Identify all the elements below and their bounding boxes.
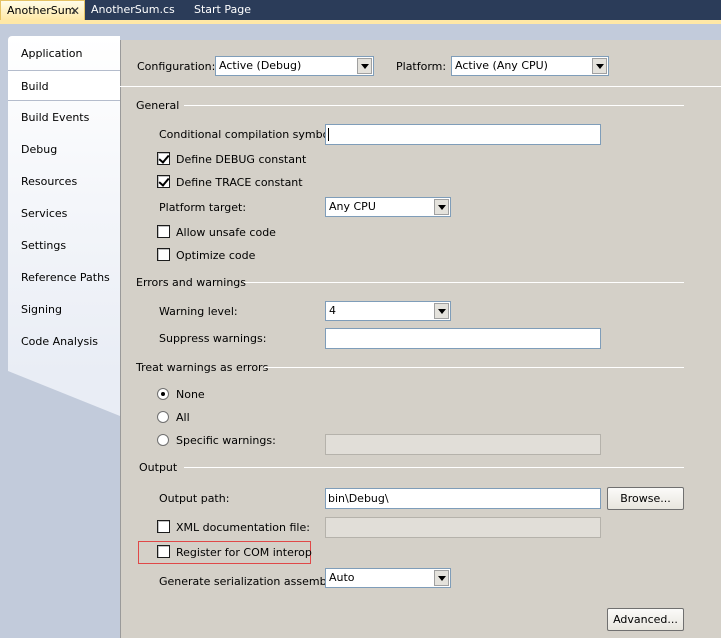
- configuration-label: Configuration:: [137, 60, 216, 73]
- output-path-input[interactable]: bin\Debug\: [325, 488, 601, 509]
- properties-sidebar: Application Build Build Events Debug Res…: [8, 36, 121, 638]
- sidebar-item-label: Reference Paths: [21, 271, 110, 284]
- output-section-header: Output: [139, 461, 178, 474]
- sidebar-item-label: Application: [21, 47, 83, 60]
- optimize-code-checkbox[interactable]: [157, 248, 170, 261]
- combo-value: Auto: [329, 571, 355, 584]
- tab-start-page[interactable]: Start Page: [188, 0, 278, 20]
- combo-value: Active (Any CPU): [455, 59, 548, 72]
- platform-label: Platform:: [396, 60, 447, 73]
- define-trace-checkbox[interactable]: [157, 175, 170, 188]
- serialization-label: Generate serialization assembly:: [159, 575, 340, 588]
- general-section-line: [184, 105, 684, 106]
- treat-none-label: None: [176, 388, 205, 401]
- chevron-down-icon[interactable]: [434, 199, 449, 215]
- general-section-header: General: [136, 99, 180, 112]
- chevron-down-icon[interactable]: [592, 58, 607, 74]
- chevron-down-icon[interactable]: [357, 58, 372, 74]
- output-path-label: Output path:: [159, 492, 230, 505]
- platform-combo[interactable]: Active (Any CPU): [451, 56, 609, 76]
- specific-warnings-input[interactable]: [325, 434, 601, 455]
- sidebar-item-signing[interactable]: Signing: [8, 294, 120, 325]
- input-value: bin\Debug\: [328, 492, 389, 505]
- tab-anothersum-cs[interactable]: AnotherSum.cs: [85, 0, 188, 20]
- com-interop-label: Register for COM interop: [176, 546, 312, 559]
- sidebar-item-build[interactable]: Build: [8, 70, 121, 101]
- define-debug-label: Define DEBUG constant: [176, 153, 307, 166]
- serialization-combo[interactable]: Auto: [325, 568, 451, 588]
- chevron-down-icon[interactable]: [434, 570, 449, 586]
- treat-specific-label: Specific warnings:: [176, 434, 276, 447]
- optimize-code-label: Optimize code: [176, 249, 256, 262]
- treat-all-radio[interactable]: [157, 411, 169, 423]
- errors-section-header: Errors and warnings: [136, 276, 247, 289]
- conditional-symbols-label: Conditional compilation symbols:: [159, 128, 342, 141]
- com-interop-checkbox[interactable]: [157, 545, 170, 558]
- tab-label: AnotherSum.cs: [91, 3, 175, 16]
- sidebar-item-build-events[interactable]: Build Events: [8, 102, 120, 133]
- define-debug-checkbox[interactable]: [157, 152, 170, 165]
- tab-label: AnotherSum: [7, 4, 76, 17]
- conditional-symbols-input[interactable]: [325, 124, 601, 145]
- platform-target-label: Platform target:: [159, 201, 247, 214]
- sidebar-item-resources[interactable]: Resources: [8, 166, 120, 197]
- suppress-warnings-input[interactable]: [325, 328, 601, 349]
- platform-target-combo[interactable]: Any CPU: [325, 197, 451, 217]
- errors-section-line: [244, 282, 684, 283]
- xml-documentation-label: XML documentation file:: [176, 521, 310, 534]
- tab-label: Start Page: [194, 3, 251, 16]
- advanced-button[interactable]: Advanced...: [607, 608, 684, 631]
- close-icon[interactable]: ✕: [70, 1, 80, 21]
- xml-documentation-input[interactable]: [325, 517, 601, 538]
- combo-value: Any CPU: [329, 200, 376, 213]
- treat-warnings-section-header: Treat warnings as errors: [136, 361, 269, 374]
- treat-warnings-section-line: [264, 367, 684, 368]
- tab-anothersum-project[interactable]: AnotherSum ✕: [0, 0, 85, 20]
- warning-level-combo[interactable]: 4: [325, 301, 451, 321]
- warning-level-label: Warning level:: [159, 305, 238, 318]
- sidebar-item-label: Signing: [21, 303, 63, 316]
- treat-specific-radio[interactable]: [157, 434, 169, 446]
- suppress-warnings-label: Suppress warnings:: [159, 332, 267, 345]
- sidebar-item-code-analysis[interactable]: Code Analysis: [8, 326, 120, 357]
- document-tab-strip: AnotherSum ✕ AnotherSum.cs Start Page: [0, 0, 721, 20]
- define-trace-label: Define TRACE constant: [176, 176, 303, 189]
- sidebar-item-label: Services: [21, 207, 68, 220]
- treat-all-label: All: [176, 411, 190, 424]
- sidebar-item-label: Build Events: [21, 111, 90, 124]
- output-section-line: [184, 467, 684, 468]
- sidebar-item-application[interactable]: Application: [8, 38, 120, 69]
- sidebar-item-services[interactable]: Services: [8, 198, 120, 229]
- sidebar-item-settings[interactable]: Settings: [8, 230, 120, 261]
- sidebar-tail: [8, 371, 120, 416]
- sidebar-item-debug[interactable]: Debug: [8, 134, 120, 165]
- browse-button[interactable]: Browse...: [607, 487, 684, 510]
- combo-value: 4: [329, 304, 336, 317]
- sidebar-item-label: Resources: [21, 175, 78, 188]
- chevron-down-icon[interactable]: [434, 303, 449, 319]
- sidebar-item-reference-paths[interactable]: Reference Paths: [8, 262, 120, 293]
- treat-none-radio[interactable]: [157, 388, 169, 400]
- sidebar-item-label: Settings: [21, 239, 67, 252]
- configuration-combo[interactable]: Active (Debug): [215, 56, 374, 76]
- sidebar-item-label: Debug: [21, 143, 58, 156]
- top-divider: [120, 86, 721, 87]
- sidebar-item-label: Build: [21, 80, 49, 93]
- allow-unsafe-label: Allow unsafe code: [176, 226, 276, 239]
- combo-value: Active (Debug): [219, 59, 302, 72]
- sidebar-item-label: Code Analysis: [21, 335, 98, 348]
- xml-documentation-checkbox[interactable]: [157, 520, 170, 533]
- text-caret: [328, 128, 329, 141]
- allow-unsafe-checkbox[interactable]: [157, 225, 170, 238]
